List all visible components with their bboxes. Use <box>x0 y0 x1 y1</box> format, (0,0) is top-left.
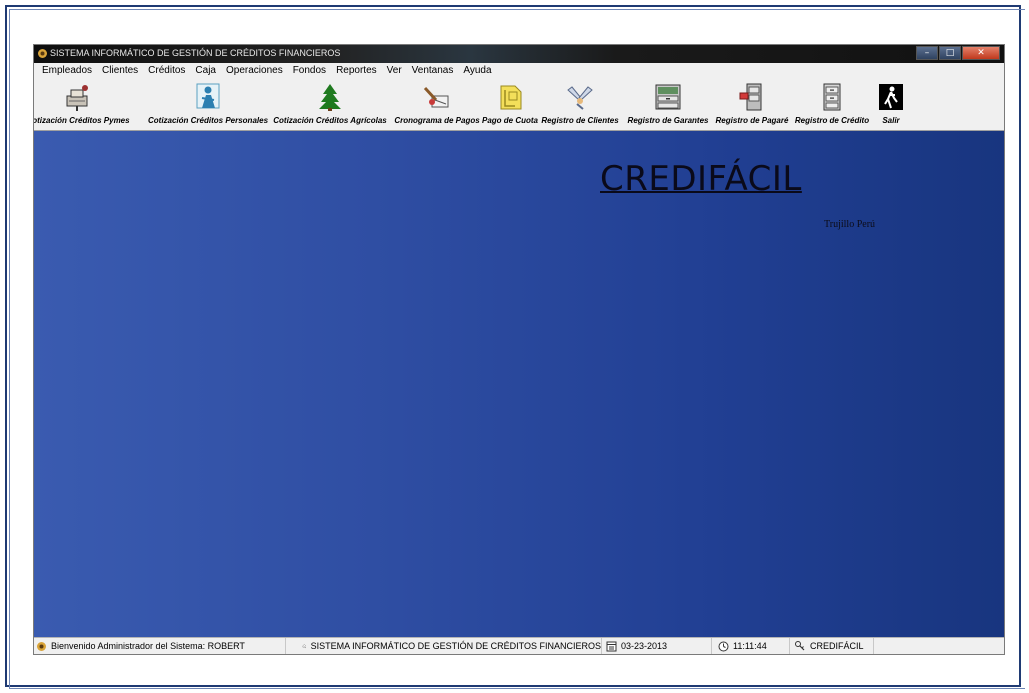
menu-empleados[interactable]: Empleados <box>42 65 92 76</box>
toolbar-button-cotizacion-agricolas[interactable]: Cotización Créditos Agrícolas <box>273 79 387 131</box>
app-icon <box>38 49 47 58</box>
toolbar-label: Cotización Créditos Personales <box>147 116 269 125</box>
toolbar: Cotización Créditos Pymes Cotización Cré… <box>34 79 1004 131</box>
main-workspace: CREDIFÁCIL Trujillo Perú <box>34 131 1004 637</box>
toolbar-button-pago-cuota[interactable]: Pago de Cuota <box>481 79 539 131</box>
toolbar-label: Cotización Créditos Agrícolas <box>273 116 387 125</box>
toolbar-button-registro-credito[interactable]: Registro de Crédito <box>792 79 872 131</box>
window-controls: – □ ✕ <box>915 46 1000 62</box>
status-bar: Bienvenido Administrador del Sistema: RO… <box>34 637 1004 654</box>
status-system: SISTEMA INFORMÁTICO DE GESTIÓN DE CRÉDIT… <box>302 638 602 654</box>
menu-ayuda[interactable]: Ayuda <box>463 65 491 76</box>
date-text: 03-23-2013 <box>621 641 668 651</box>
key-icon <box>795 641 805 651</box>
status-welcome: Bienvenido Administrador del Sistema: RO… <box>36 638 286 654</box>
toolbar-button-cotizacion-pymes[interactable]: Cotización Créditos Pymes <box>34 79 130 131</box>
toolbar-button-salir[interactable]: Salir <box>874 79 908 131</box>
toolbar-label: Registro de Clientes <box>541 116 619 125</box>
toolbar-label: Pago de Cuota <box>481 116 538 125</box>
toolbar-label: Registro de Garantes <box>627 116 709 125</box>
menu-caja[interactable]: Caja <box>195 65 216 76</box>
status-brand: CREDIFÁCIL <box>794 638 874 654</box>
brand-subtitle: Trujillo Perú <box>824 219 876 230</box>
status-time: 11:11:44 <box>718 638 790 654</box>
minimize-button[interactable]: – <box>916 46 938 60</box>
tools-icon <box>423 86 449 108</box>
toolbar-label: Cotización Créditos Pymes <box>33 116 130 125</box>
toolbar-label: Registro de Crédito <box>794 116 870 125</box>
window-title: SISTEMA INFORMÁTICO DE GESTIÓN DE CRÉDIT… <box>50 48 341 58</box>
tree-icon <box>319 84 341 111</box>
drawer-cabinet-icon <box>655 84 681 110</box>
menu-ver[interactable]: Ver <box>387 65 402 76</box>
time-text: 11:11:44 <box>733 641 767 651</box>
calendar-icon <box>606 641 617 651</box>
toolbar-button-registro-clientes[interactable]: Registro de Clientes <box>541 79 619 131</box>
menu-reportes[interactable]: Reportes <box>336 65 377 76</box>
welcome-text: Bienvenido Administrador del Sistema: RO… <box>51 641 245 651</box>
status-date: 03-23-2013 <box>606 638 712 654</box>
menu-operaciones[interactable]: Operaciones <box>226 65 283 76</box>
brand-text: CREDIFÁCIL <box>810 641 864 651</box>
sewing-machine-icon <box>66 85 88 111</box>
close-button[interactable]: ✕ <box>962 46 1000 60</box>
system-name-text: SISTEMA INFORMÁTICO DE GESTIÓN DE CRÉDIT… <box>310 641 601 651</box>
app-window: SISTEMA INFORMÁTICO DE GESTIÓN DE CRÉDIT… <box>33 44 1005 655</box>
toolbar-label: Salir <box>882 116 900 125</box>
toolbar-button-cronograma-pagos[interactable]: Cronograma de Pagos <box>393 79 481 131</box>
hand-pointer-icon <box>302 644 307 649</box>
handshake-icon <box>567 86 593 110</box>
toolbar-button-registro-garantes[interactable]: Registro de Garantes <box>628 79 708 131</box>
menu-bar: Empleados Clientes Créditos Caja Operaci… <box>34 63 1004 78</box>
toolbar-button-registro-pagare[interactable]: Registro de Pagaré <box>714 79 790 131</box>
menu-ventanas[interactable]: Ventanas <box>412 65 454 76</box>
clock-icon <box>718 641 729 651</box>
cabinet-icon <box>823 83 841 111</box>
toolbar-label: Cronograma de Pagos <box>394 116 480 125</box>
title-bar[interactable]: SISTEMA INFORMÁTICO DE GESTIÓN DE CRÉDIT… <box>34 45 1004 63</box>
menu-creditos[interactable]: Créditos <box>148 65 185 76</box>
menu-fondos[interactable]: Fondos <box>293 65 326 76</box>
folder-icon <box>500 85 522 110</box>
toolbar-label: Registro de Pagaré <box>715 116 789 125</box>
toolbar-button-cotizacion-personales[interactable]: Cotización Créditos Personales <box>148 79 268 131</box>
user-icon <box>37 641 46 651</box>
file-cabinet-icon <box>739 83 762 111</box>
maximize-button[interactable]: □ <box>939 46 961 60</box>
menu-clientes[interactable]: Clientes <box>102 65 138 76</box>
brand-title: CREDIFÁCIL <box>600 159 802 199</box>
exit-person-icon <box>879 84 903 110</box>
person-icon <box>196 83 220 109</box>
